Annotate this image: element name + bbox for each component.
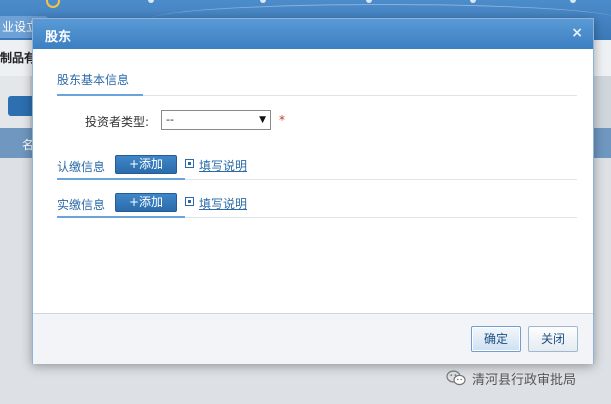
subscribed-help-link[interactable]: 填写说明 [199, 157, 247, 174]
wechat-icon [446, 370, 466, 386]
paid-info-label: 实缴信息 [57, 198, 106, 212]
header-dot [570, 0, 576, 3]
header-dot [366, 0, 372, 3]
add-paid-button[interactable]: +添加 [115, 193, 177, 212]
dialog-titlebar[interactable]: 股东 × [33, 19, 593, 49]
required-mark: * [279, 113, 285, 127]
header-dot [260, 0, 266, 3]
section-underline [57, 178, 185, 180]
dialog-footer: 确定 关闭 [33, 313, 593, 364]
help-icon [185, 159, 194, 168]
header-dot [470, 0, 476, 3]
section-underline [57, 216, 185, 218]
investor-type-select[interactable]: -- ▼ [161, 110, 271, 130]
shareholder-dialog: 股东 × 股东基本信息 投资者类型: -- ▼ * 认缴信息 +添加 填写说明 … [32, 18, 594, 364]
confirm-button[interactable]: 确定 [471, 326, 521, 352]
chevron-down-icon: ▼ [259, 115, 266, 125]
close-icon[interactable]: × [571, 25, 583, 41]
paid-info-section: 实缴信息 +添加 填写说明 [57, 191, 577, 218]
header-dot [148, 0, 154, 3]
help-icon [185, 197, 194, 206]
watermark-text: 清河县行政审批局 [472, 373, 577, 388]
subscribed-info-section: 认缴信息 +添加 填写说明 [57, 153, 577, 180]
subscribed-info-label: 认缴信息 [57, 160, 106, 174]
background-subtitle: 制品有 [0, 51, 37, 65]
investor-type-row: 投资者类型: -- ▼ * [57, 109, 577, 133]
investor-type-value: -- [166, 113, 174, 126]
section-underline [57, 94, 143, 96]
basic-info-section: 股东基本信息 [57, 67, 577, 96]
add-subscribed-button[interactable]: +添加 [115, 155, 177, 174]
basic-info-label: 股东基本信息 [57, 73, 130, 87]
paid-help-link[interactable]: 填写说明 [199, 195, 247, 212]
investor-type-label: 投资者类型: [85, 115, 150, 129]
close-button[interactable]: 关闭 [528, 326, 578, 352]
dialog-title: 股东 [45, 30, 72, 45]
gear-icon [46, 0, 60, 8]
